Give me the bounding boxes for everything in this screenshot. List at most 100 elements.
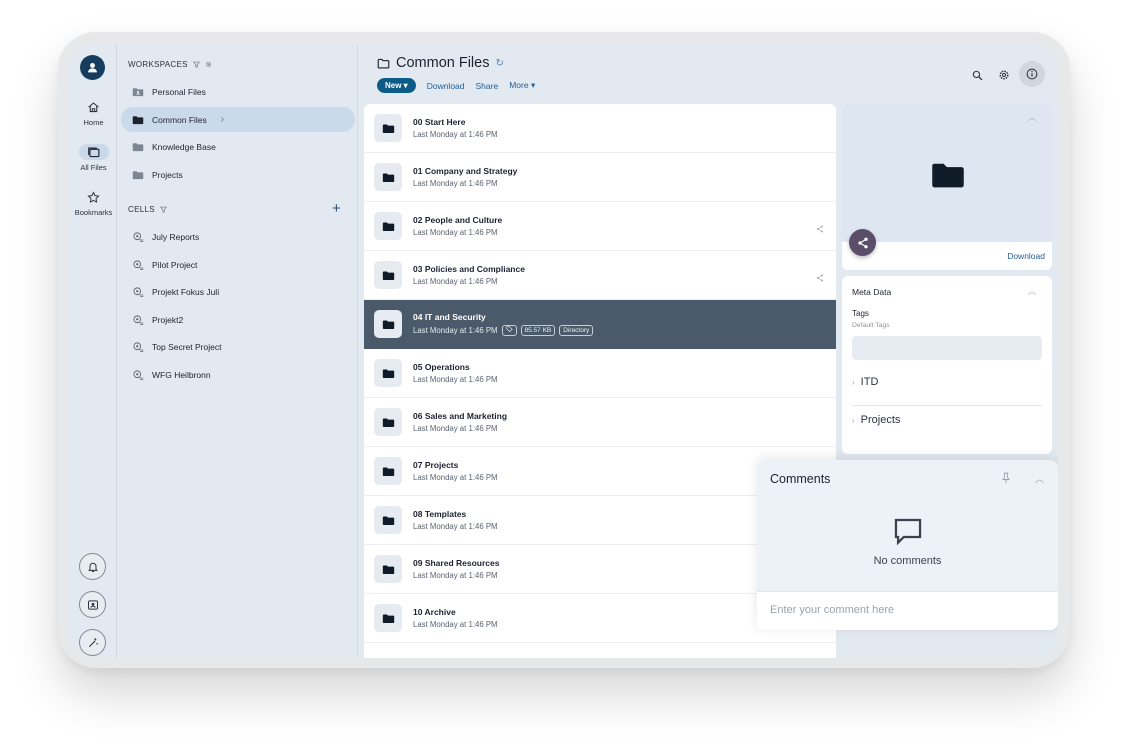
folder-icon [374, 457, 402, 485]
tags-sublabel: Default Tags [852, 322, 890, 329]
new-button-label: New [385, 81, 402, 90]
contacts-button[interactable] [79, 591, 106, 618]
metadata-title: Meta Data [852, 287, 892, 297]
icon-rail: Home All Files Bookmarks [70, 44, 117, 658]
file-name: 03 Policies and Compliance [413, 264, 525, 274]
share-button[interactable]: Share [476, 81, 499, 91]
chevron-up-icon[interactable]: ︿ [1028, 112, 1036, 123]
chevron-right-icon: › [852, 415, 855, 425]
shared-icon [816, 220, 824, 238]
star-icon [79, 189, 109, 205]
file-name: 01 Company and Strategy [413, 166, 518, 176]
workspaces-title: WORKSPACES [128, 60, 188, 69]
toolbar: New ▾ Download Share More ▾ [377, 78, 535, 93]
rail-bookmarks-label: Bookmarks [74, 208, 113, 217]
gear-icon[interactable] [205, 61, 212, 68]
workspace-projects[interactable]: Projects [121, 162, 355, 187]
no-comments-text: No comments [873, 555, 942, 567]
settings-icon[interactable] [993, 64, 1015, 86]
workspace-label: Projects [152, 169, 183, 180]
cells-title: CELLS [128, 205, 155, 214]
tags-label: Tags [852, 309, 869, 318]
tag-icon[interactable] [501, 325, 517, 336]
file-modified: Last Monday at 1:46 PM [413, 522, 498, 531]
user-icon [88, 63, 97, 73]
files-icon [78, 144, 109, 160]
app-screen: Home All Files Bookmarks WORKSPACES Pers… [70, 44, 1058, 658]
cell-item[interactable]: WFG Heilbronn [121, 362, 355, 387]
file-modified: Last Monday at 1:46 PM [413, 620, 498, 629]
add-cell-button[interactable]: + [332, 200, 341, 217]
meta-group-itd[interactable]: › ITD [852, 376, 878, 388]
file-row[interactable]: 02 People and Culture Last Monday at 1:46… [364, 202, 836, 251]
cell-item[interactable]: Top Secret Project [121, 334, 355, 359]
chevron-up-icon[interactable]: ︿ [1028, 286, 1036, 297]
file-row-selected[interactable]: 04 IT and Security Last Monday at 1:46 P… [364, 300, 836, 349]
rail-all-files[interactable]: All Files [70, 144, 117, 172]
cell-label: Pilot Project [152, 259, 198, 270]
filter-icon[interactable] [159, 206, 167, 213]
rail-home-label: Home [83, 118, 104, 127]
bell-icon [87, 562, 98, 572]
file-modified: Last Monday at 1:46 PM [413, 179, 498, 188]
file-row[interactable]: 05 Operations Last Monday at 1:46 PM [364, 349, 836, 398]
large-folder-icon [932, 163, 964, 188]
cell-icon [133, 369, 144, 380]
filter-icon[interactable] [192, 61, 200, 68]
cell-item[interactable]: Projekt Fokus Juli [121, 279, 355, 304]
workspace-personal-files[interactable]: Personal Files [121, 79, 355, 104]
share-icon [857, 237, 868, 248]
tags-input[interactable] [852, 336, 1042, 360]
page-title-text: Common Files [396, 55, 490, 71]
meta-group-projects[interactable]: › Projects [852, 414, 900, 426]
cell-item[interactable]: Projekt2 [121, 307, 355, 332]
magic-button[interactable] [79, 629, 106, 656]
file-row[interactable]: 01 Company and Strategy Last Monday at 1:… [364, 153, 836, 202]
file-modified: Last Monday at 1:46 PM [413, 326, 498, 335]
pin-icon[interactable] [1001, 471, 1011, 489]
content-header: Common Files ↻ New ▾ Download Share More… [360, 44, 1058, 104]
rail-home[interactable]: Home [70, 99, 117, 127]
file-name: 05 Operations [413, 362, 470, 372]
folder-icon [374, 212, 402, 240]
divider [852, 405, 1042, 406]
new-button[interactable]: New ▾ [377, 78, 416, 93]
share-fab-button[interactable] [849, 229, 876, 256]
cells-section: CELLS [128, 205, 167, 214]
workspace-label: Common Files [152, 114, 207, 125]
workspace-label: Knowledge Base [152, 141, 216, 152]
comment-input[interactable]: Enter your comment here [757, 591, 1058, 630]
cell-label: WFG Heilbronn [152, 369, 211, 380]
rail-bookmarks[interactable]: Bookmarks [70, 189, 117, 217]
file-row[interactable]: 00 Start Here Last Monday at 1:46 PM [364, 104, 836, 153]
search-icon[interactable] [966, 64, 988, 86]
cell-item[interactable]: July Reports [121, 224, 355, 249]
workspace-common-files[interactable]: Common Files › [121, 107, 355, 132]
file-row[interactable]: 03 Policies and Compliance Last Monday at… [364, 251, 836, 300]
page-title: Common Files ↻ [377, 55, 504, 71]
file-modified: Last Monday at 1:46 PM [413, 473, 498, 482]
user-avatar[interactable] [80, 55, 105, 80]
cell-icon [133, 259, 144, 270]
cell-icon [133, 231, 144, 242]
folder-icon [132, 142, 144, 151]
info-icon [1026, 68, 1038, 80]
notifications-button[interactable] [79, 553, 106, 580]
chevron-up-icon[interactable]: ︿ [1035, 472, 1044, 485]
more-button[interactable]: More ▾ [509, 80, 535, 91]
workspace-knowledge-base[interactable]: Knowledge Base [121, 134, 355, 159]
preview-download-button[interactable]: Download [1007, 251, 1045, 261]
file-row[interactable]: 06 Sales and Marketing Last Monday at 1:4… [364, 398, 836, 447]
refresh-icon[interactable]: ↻ [495, 58, 503, 69]
download-button[interactable]: Download [427, 81, 465, 91]
info-button[interactable] [1019, 61, 1045, 87]
cell-item[interactable]: Pilot Project [121, 252, 355, 277]
cell-icon [133, 341, 144, 352]
file-name: 09 Shared Resources [413, 558, 500, 568]
folder-icon [374, 506, 402, 534]
size-badge: 85.57 KB [520, 325, 556, 336]
cell-icon [133, 314, 144, 325]
comments-title: Comments [770, 472, 831, 486]
comments-panel: Comments ︿ No comments Enter your commen… [757, 460, 1058, 630]
file-name: 07 Projects [413, 460, 459, 470]
